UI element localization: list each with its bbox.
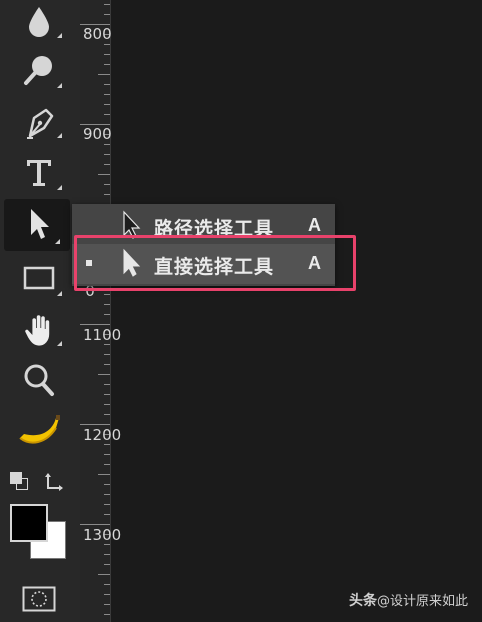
type-icon [24, 156, 54, 188]
ruler-tick [104, 544, 110, 545]
path-selection-tool-button[interactable] [8, 202, 70, 246]
ruler-tick [104, 614, 110, 615]
ruler-tick [104, 594, 110, 595]
ruler-tick [104, 464, 110, 465]
ruler-tick [104, 604, 110, 605]
more-tools-indicator [55, 239, 60, 244]
magnifier-icon [22, 362, 56, 398]
default-colors-icon[interactable] [10, 472, 30, 492]
dodge-icon [22, 53, 56, 87]
ruler-tick [104, 164, 110, 165]
drop-icon [24, 5, 54, 39]
ruler-tick [104, 104, 110, 105]
ruler-tick [104, 554, 110, 555]
ruler-tick [104, 514, 110, 515]
ruler-tick [104, 4, 110, 5]
ruler-tick [98, 174, 110, 175]
ruler-tick [104, 504, 110, 505]
arrow-cursor-icon [26, 207, 52, 241]
ruler-tick [104, 184, 110, 185]
hand-tool-button[interactable] [8, 308, 70, 352]
banana-icon [16, 414, 62, 450]
ruler-tick [104, 304, 110, 305]
ruler-tick [98, 74, 110, 75]
ruler-tick [104, 484, 110, 485]
ruler-tick [104, 54, 110, 55]
ruler-tick [98, 474, 110, 475]
type-tool-button[interactable] [8, 150, 70, 194]
annotation-highlight-box [74, 235, 356, 291]
ruler-tick [104, 154, 110, 155]
ruler-tick [104, 64, 110, 65]
ruler-tick [104, 584, 110, 585]
ruler-tick [104, 344, 110, 345]
ruler-tick [104, 384, 110, 385]
more-tools-indicator [57, 33, 62, 38]
swap-colors-icon[interactable] [44, 472, 66, 498]
flyout-item-shortcut: A [308, 215, 321, 235]
hand-icon [23, 312, 55, 348]
vertical-ruler: 800 900 0 1100 1200 1300 [80, 0, 122, 622]
ruler-tick [104, 144, 110, 145]
ruler-tick [104, 364, 110, 365]
ruler-tick [98, 374, 110, 375]
ruler-tick [104, 84, 110, 85]
banana-tool-button[interactable] [8, 410, 70, 454]
more-tools-indicator [57, 185, 62, 190]
ruler-tick [104, 194, 110, 195]
ruler-tick [80, 424, 110, 425]
ruler-tick [104, 94, 110, 95]
foreground-color-swatch[interactable] [10, 504, 48, 542]
ruler-tick [80, 324, 110, 325]
ruler-tick [80, 524, 110, 525]
watermark-handle: @设计原来如此 [376, 594, 468, 609]
more-tools-indicator [57, 291, 62, 296]
ruler-tick [104, 454, 110, 455]
ruler-tick [104, 294, 110, 295]
ruler-label: 800 [83, 25, 112, 43]
watermark-brand: 头条 [348, 593, 377, 609]
ruler-label: 1300 [83, 526, 122, 544]
ruler-tick [104, 564, 110, 565]
ruler-tick [104, 314, 110, 315]
quick-mask-button[interactable] [22, 586, 56, 616]
zoom-tool-button[interactable] [8, 358, 70, 402]
ruler-tick [104, 404, 110, 405]
rectangle-icon [22, 264, 56, 292]
ruler-tick [104, 444, 110, 445]
dodge-tool-button[interactable] [8, 48, 70, 92]
ruler-tick [104, 394, 110, 395]
pen-tool-button[interactable] [8, 100, 70, 144]
ruler-tick [104, 494, 110, 495]
ruler-label: 1100 [83, 326, 122, 344]
rectangle-tool-button[interactable] [8, 256, 70, 300]
ruler-tick [104, 14, 110, 15]
more-tools-indicator [57, 341, 62, 346]
ruler-label: 900 [83, 125, 112, 143]
watermark: 头条@设计原来如此 [349, 590, 468, 610]
tools-panel [0, 0, 80, 622]
ruler-label: 1200 [83, 426, 122, 444]
ruler-tick [98, 574, 110, 575]
ruler-tick [104, 44, 110, 45]
more-tools-indicator [57, 133, 62, 138]
ruler-tick [104, 114, 110, 115]
ruler-tick [104, 414, 110, 415]
pen-icon [22, 104, 56, 140]
blur-tool-button[interactable] [8, 0, 70, 44]
more-tools-indicator [57, 83, 62, 88]
ruler-tick [104, 354, 110, 355]
